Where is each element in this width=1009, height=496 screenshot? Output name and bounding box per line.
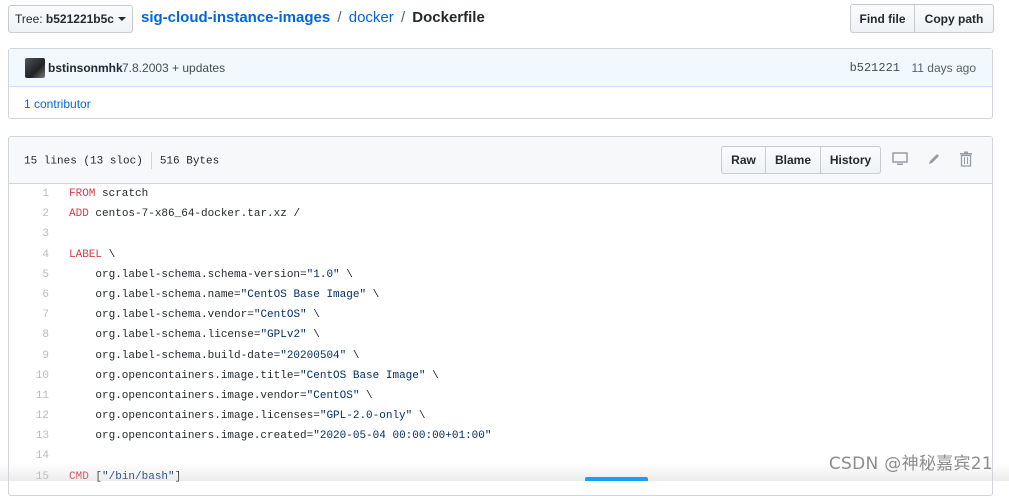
file-header: 15 lines (13 sloc) 516 Bytes Raw Blame Hi… xyxy=(9,137,992,184)
string-token: "2020-05-04 00:00:00+01:00" xyxy=(313,430,492,443)
code-token: \ xyxy=(102,248,116,261)
breadcrumb-folder-link[interactable]: docker xyxy=(349,9,394,26)
code-token: org.label-schema.vendor="CentOS" \ xyxy=(69,309,320,322)
code-line: 4 LABEL \ xyxy=(9,245,992,265)
keyword-token: FROM xyxy=(69,188,96,200)
line-number[interactable]: 6 xyxy=(9,285,49,305)
line-number[interactable]: 1 xyxy=(9,184,49,204)
line-content: org.opencontainers.image.licenses="GPL-2… xyxy=(69,406,425,426)
commit-age: 11 days ago xyxy=(911,61,977,75)
line-content: FROM scratch xyxy=(69,184,148,204)
code-token: org.label-schema.build-date="20200504" \ xyxy=(69,349,360,362)
string-token: "20200504" xyxy=(280,349,347,362)
code-line: 11 org.opencontainers.image.vendor="Cent… xyxy=(9,386,992,406)
commit-message-link[interactable]: 7.8.2003 + updates xyxy=(122,61,225,75)
line-number[interactable]: 13 xyxy=(9,426,49,446)
file-lines-info: 15 lines (13 sloc) xyxy=(24,155,143,168)
code-token: scratch xyxy=(95,188,149,200)
line-number[interactable]: 11 xyxy=(9,386,49,406)
line-number[interactable]: 9 xyxy=(9,346,49,366)
commit-sha-link[interactable]: b521221 xyxy=(850,61,900,75)
line-content: org.opencontainers.image.created="2020-0… xyxy=(69,426,491,446)
code-token: org.label-schema.schema-version="1.0" \ xyxy=(69,268,353,281)
breadcrumb: sig-cloud-instance-images / docker / Doc… xyxy=(141,9,485,26)
trash-icon[interactable] xyxy=(959,151,973,167)
code-line: 13 org.opencontainers.image.created="202… xyxy=(9,426,992,446)
breadcrumb-repo-link[interactable]: sig-cloud-instance-images xyxy=(141,9,330,26)
string-token: "CentOS" xyxy=(253,309,307,322)
file-view: 15 lines (13 sloc) 516 Bytes Raw Blame Hi… xyxy=(8,136,993,496)
keyword-token: ADD xyxy=(69,208,89,221)
code-token: org.opencontainers.image.title="CentOS B… xyxy=(69,369,439,382)
blame-button[interactable]: Blame xyxy=(765,146,821,174)
code-token: org.label-schema.license="GPLv2" \ xyxy=(69,329,320,342)
code-token: org.opencontainers.image.vendor="CentOS"… xyxy=(69,389,373,402)
raw-button[interactable]: Raw xyxy=(721,146,766,174)
line-number[interactable]: 8 xyxy=(9,325,49,345)
code-line: 7 org.label-schema.vendor="CentOS" \ xyxy=(9,305,992,325)
branch-selector-button[interactable]: Tree: b521221b5c xyxy=(8,5,133,33)
line-number[interactable]: 4 xyxy=(9,245,49,265)
contributors-link[interactable]: 1 contributor xyxy=(24,97,91,111)
find-file-button[interactable]: Find file xyxy=(850,4,915,33)
breadcrumb-file: Dockerfile xyxy=(412,9,485,26)
branch-label: b521221b5c xyxy=(45,12,114,26)
line-content: ADD centos-7-x86_64-docker.tar.xz / xyxy=(69,204,300,224)
code-line: 9 org.label-schema.build-date="20200504"… xyxy=(9,346,992,366)
commit-author-link[interactable]: bstinsonmhk xyxy=(48,61,123,75)
line-number[interactable]: 2 xyxy=(9,204,49,224)
code-line: 12 org.opencontainers.image.licenses="GP… xyxy=(9,406,992,426)
string-token: "1.0" xyxy=(306,268,340,281)
code-line: 3 xyxy=(9,224,992,244)
line-content: org.opencontainers.image.title="CentOS B… xyxy=(69,366,439,386)
file-info: 15 lines (13 sloc) 516 Bytes xyxy=(24,152,219,169)
code-token: org.opencontainers.image.licenses="GPL-2… xyxy=(69,410,426,423)
history-button[interactable]: History xyxy=(820,146,881,174)
line-content: org.opencontainers.image.vendor="CentOS"… xyxy=(69,386,373,406)
string-token: "GPL-2.0-only" xyxy=(319,410,413,423)
caret-down-icon xyxy=(117,17,126,21)
copy-path-button[interactable]: Copy path xyxy=(914,4,994,33)
loading-progress-bar xyxy=(585,477,648,481)
code-line: 5 org.label-schema.schema-version="1.0" … xyxy=(9,265,992,285)
code-line: 8 org.label-schema.license="GPLv2" \ xyxy=(9,325,992,345)
commit-header: bstinsonmhk 7.8.2003 + updates b521221 1… xyxy=(9,49,992,87)
desktop-icon[interactable] xyxy=(892,151,908,167)
line-content: org.label-schema.license="GPLv2" \ xyxy=(69,325,320,345)
code-token: org.opencontainers.image.created="2020-0… xyxy=(69,430,492,443)
line-number[interactable]: 3 xyxy=(9,224,49,244)
code-line: 2 ADD centos-7-x86_64-docker.tar.xz / xyxy=(9,204,992,224)
watermark: CSDN @神秘嘉宾21 xyxy=(828,454,993,474)
commit-info-box: bstinsonmhk 7.8.2003 + updates b521221 1… xyxy=(8,48,993,119)
string-token: "CentOS" xyxy=(306,389,360,402)
avatar[interactable] xyxy=(25,58,45,78)
line-content: LABEL \ xyxy=(69,245,115,265)
string-token: "CentOS Base Image" xyxy=(240,288,367,301)
line-content: org.label-schema.name="CentOS Base Image… xyxy=(69,285,379,305)
line-number[interactable]: 10 xyxy=(9,366,49,386)
line-content: org.label-schema.vendor="CentOS" \ xyxy=(69,305,320,325)
file-actions-group: Raw Blame History xyxy=(721,146,881,174)
code-line: 1 FROM scratch xyxy=(9,184,992,204)
keyword-token: LABEL xyxy=(69,248,103,261)
line-number[interactable]: 7 xyxy=(9,305,49,325)
file-size: 516 Bytes xyxy=(159,155,220,168)
code-token: org.label-schema.name="CentOS Base Image… xyxy=(69,288,380,301)
code-token: centos-7-x86_64-docker.tar.xz / xyxy=(88,208,301,221)
branch-prefix: Tree: xyxy=(15,12,46,26)
line-number[interactable]: 12 xyxy=(9,406,49,426)
line-number[interactable]: 5 xyxy=(9,265,49,285)
file-info-divider xyxy=(150,152,152,169)
breadcrumb-separator: / xyxy=(337,9,342,26)
code-view: 1 FROM scratch 2 ADD centos-7-x86_64-docker… xyxy=(9,184,992,487)
breadcrumb-separator: / xyxy=(400,9,406,26)
string-token: "GPLv2" xyxy=(260,329,307,342)
code-line: 6 org.label-schema.name="CentOS Base Ima… xyxy=(9,285,992,305)
pencil-icon[interactable] xyxy=(926,151,942,167)
line-content: org.label-schema.schema-version="1.0" \ xyxy=(69,265,353,285)
code-line: 10 org.opencontainers.image.title="CentO… xyxy=(9,366,992,386)
string-token: "CentOS Base Image" xyxy=(300,369,426,382)
line-content: org.label-schema.build-date="20200504" \ xyxy=(69,346,359,366)
